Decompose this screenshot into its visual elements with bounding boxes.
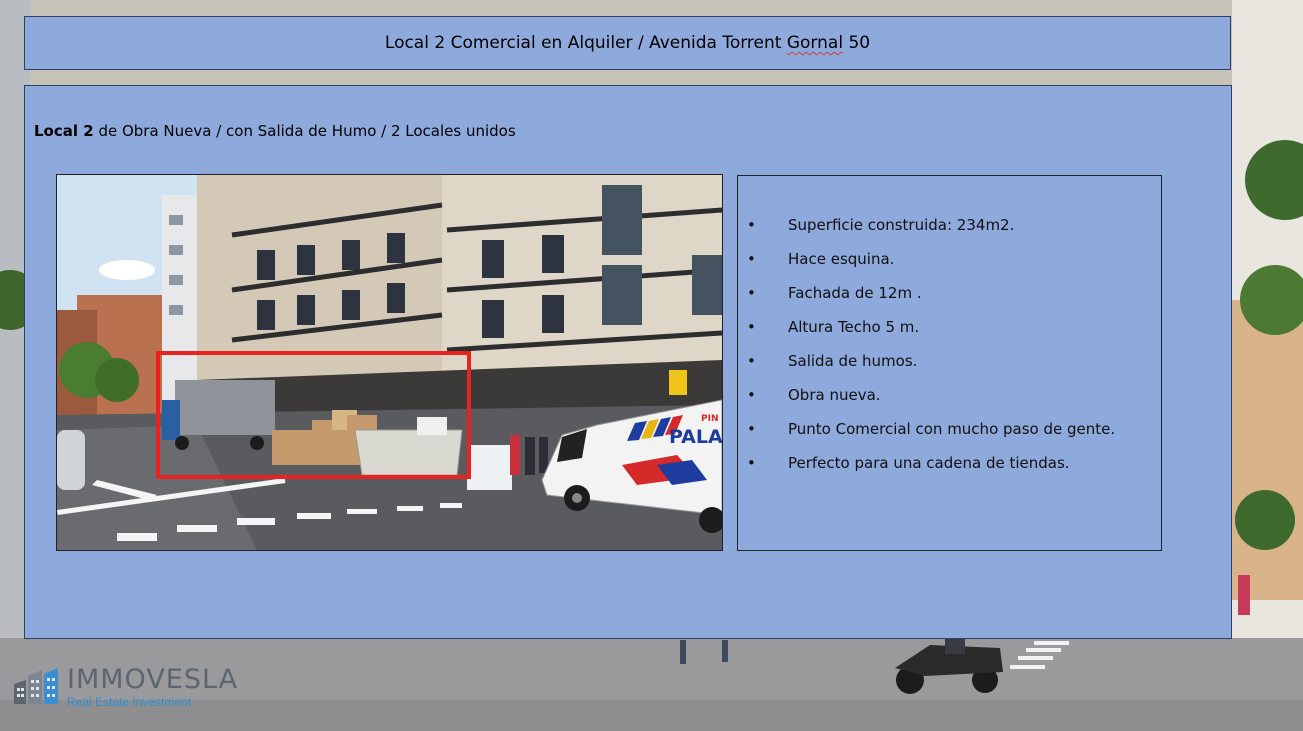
feature-item: • Punto Comercial con mucho paso de gente…	[738, 412, 1161, 446]
feature-item: • Fachada de 12m .	[738, 276, 1161, 310]
bullet-icon: •	[747, 284, 756, 302]
feature-text: Obra nueva.	[788, 386, 881, 404]
subtitle-text: de Obra Nueva / con Salida de Humo / 2 L…	[93, 122, 516, 140]
feature-text: Fachada de 12m .	[788, 284, 922, 302]
title-number: 50	[843, 33, 871, 53]
features-box: • Superficie construida: 234m2. • Hace esq…	[737, 175, 1162, 551]
page-title: Local 2 Comercial en Alquiler / Avenida …	[385, 33, 870, 53]
property-panel: Local 2 de Obra Nueva / con Salida de Hu…	[24, 85, 1232, 639]
feature-text: Hace esquina.	[788, 250, 895, 268]
features-list: • Superficie construida: 234m2. • Hace esq…	[738, 176, 1161, 480]
feature-item: • Obra nueva.	[738, 378, 1161, 412]
bullet-icon: •	[747, 386, 756, 404]
feature-item: • Altura Techo 5 m.	[738, 310, 1161, 344]
page-title-bar: Local 2 Comercial en Alquiler / Avenida …	[24, 16, 1231, 70]
company-logo: IMMOVESLA Real Estate Investment	[12, 664, 262, 712]
van-brand-text: PALAC	[669, 426, 722, 448]
feature-item: • Salida de humos.	[738, 344, 1161, 378]
title-text: Local 2 Comercial en Alquiler / Avenida …	[384, 33, 787, 53]
title-spellcheck-word: Gornal	[786, 33, 844, 53]
feature-text: Salida de humos.	[788, 352, 918, 370]
property-subtitle: Local 2 de Obra Nueva / con Salida de Hu…	[34, 122, 516, 140]
bullet-icon: •	[747, 420, 756, 438]
feature-item: • Perfecto para una cadena de tiendas.	[738, 446, 1161, 480]
feature-item: • Hace esquina.	[738, 242, 1161, 276]
feature-text: Perfecto para una cadena de tiendas.	[788, 454, 1070, 472]
feature-text: Superficie construida: 234m2.	[788, 216, 1015, 234]
bullet-icon: •	[747, 250, 756, 268]
bullet-icon: •	[747, 352, 756, 370]
building-logo-icon	[14, 668, 58, 704]
subtitle-bold: Local 2	[34, 122, 94, 140]
bullet-icon: •	[747, 454, 756, 472]
van-brand-prefix: PIN	[701, 414, 718, 424]
feature-item: • Superficie construida: 234m2.	[738, 208, 1161, 242]
property-photo: PALAC PIN	[56, 174, 723, 551]
feature-text: Punto Comercial con mucho paso de gente.	[788, 420, 1116, 438]
feature-text: Altura Techo 5 m.	[788, 318, 920, 336]
bullet-icon: •	[747, 318, 756, 336]
bullet-icon: •	[747, 216, 756, 234]
logo-name: IMMOVESLA	[67, 664, 239, 695]
logo-tagline: Real Estate Investment	[67, 695, 192, 709]
